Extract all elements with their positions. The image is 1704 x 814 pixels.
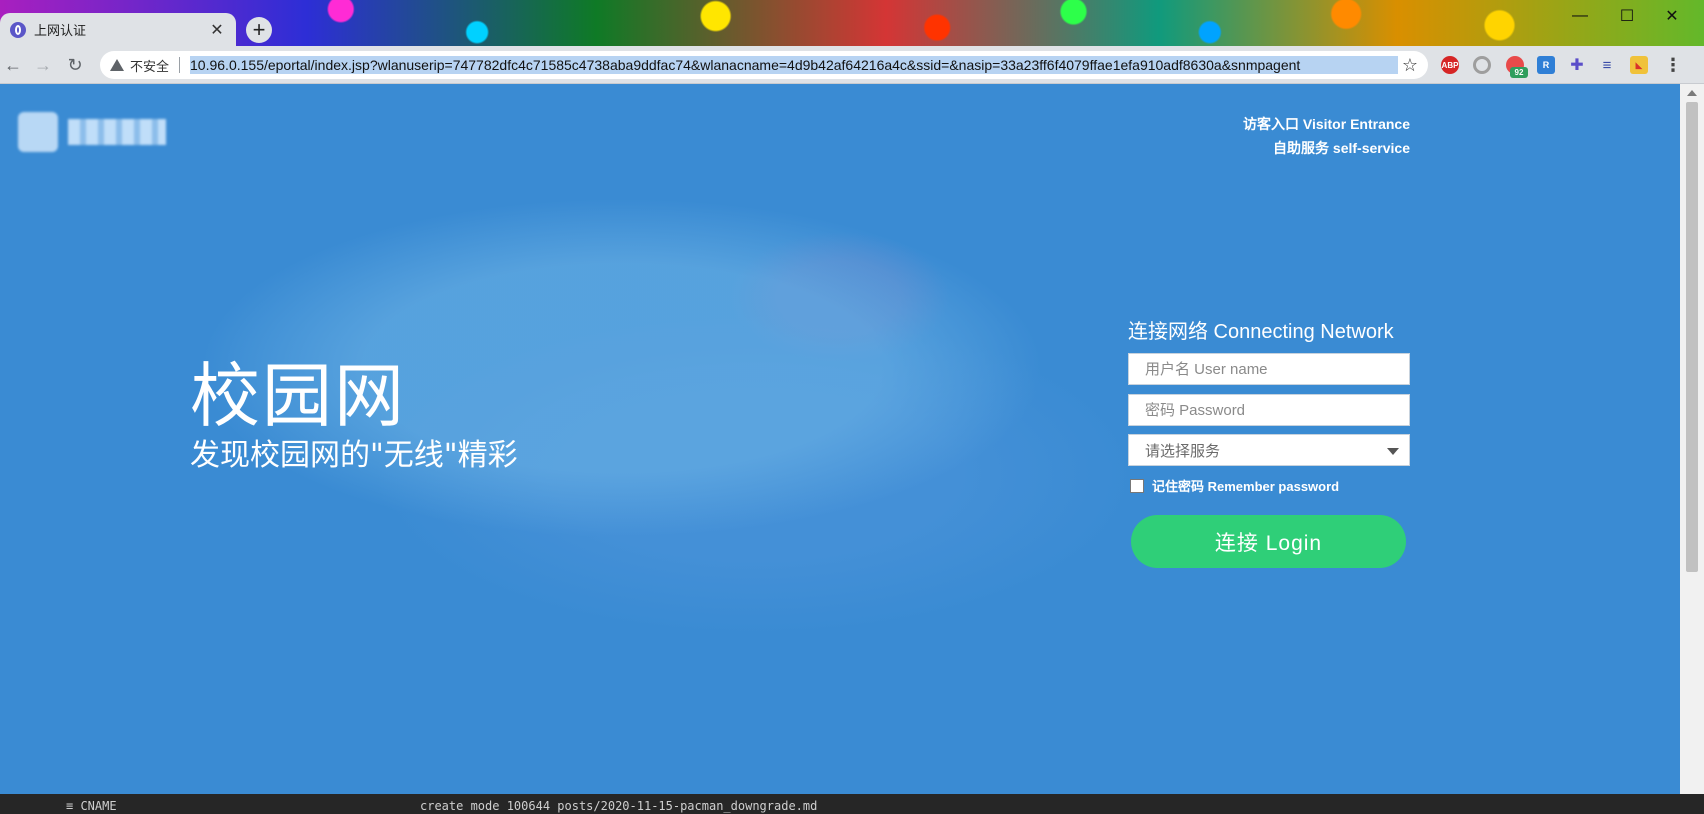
service-select[interactable]: 请选择服务	[1128, 434, 1410, 466]
password-input[interactable]	[1128, 394, 1410, 426]
playlist-icon[interactable]: ≡	[1598, 56, 1616, 74]
tab-title: 上网认证	[34, 23, 87, 38]
warning-icon	[110, 59, 124, 71]
circle-extension-icon[interactable]	[1473, 56, 1491, 74]
page-scrollbar[interactable]	[1680, 84, 1704, 794]
login-button[interactable]: 连接 Login	[1131, 515, 1406, 568]
visitor-entrance-link[interactable]: 访客入口 Visitor Entrance	[1243, 112, 1410, 136]
puzzle-extension-icon[interactable]: ✚	[1568, 56, 1586, 74]
slogan: 校园网 发现校园网的"无线"精彩	[190, 354, 518, 474]
new-tab-button[interactable]: +	[246, 17, 272, 43]
remember-password-label[interactable]: 记住密码 Remember password	[1152, 476, 1339, 495]
service-select-label: 请选择服务	[1145, 442, 1221, 460]
back-arrow-icon[interactable]: ←	[2, 54, 24, 76]
background-left-text: ≡ CNAME	[66, 799, 117, 813]
browser-tab[interactable]: 上网认证 ✕	[0, 13, 236, 46]
remember-password-checkbox[interactable]	[1130, 478, 1144, 493]
menu-kebab-icon[interactable]: ⋮	[1664, 55, 1682, 75]
close-window-icon[interactable]: ✕	[1652, 6, 1692, 26]
security-label[interactable]: 不安全	[130, 56, 169, 75]
scroll-up-arrow-icon[interactable]	[1687, 90, 1697, 96]
background-terminal-strip: ≡ CNAME create mode 100644 posts/2020-11…	[0, 794, 1704, 814]
extension-badge: 92	[1510, 67, 1528, 78]
bookmark-star-icon[interactable]: ☆	[1402, 55, 1418, 76]
login-title: 连接网络 Connecting Network	[1128, 321, 1394, 343]
reload-icon[interactable]: ↻	[64, 54, 86, 76]
slogan-subtitle: 发现校园网的"无线"精彩	[190, 438, 518, 473]
reader-extension-icon[interactable]: R	[1537, 56, 1555, 74]
minimize-icon[interactable]: —	[1560, 6, 1600, 26]
forward-arrow-icon[interactable]: →	[32, 54, 54, 76]
remember-password-row: 记住密码 Remember password	[1128, 476, 1414, 495]
adblock-extension-icon[interactable]: ABP	[1441, 56, 1459, 74]
globe-favicon-icon	[10, 21, 26, 38]
school-logo	[18, 112, 166, 152]
chevron-down-icon	[1387, 448, 1399, 455]
logo-wordmark	[68, 119, 166, 145]
page-viewport: 访客入口 Visitor Entrance 自助服务 self-service …	[0, 84, 1680, 794]
slogan-title: 校园网	[190, 355, 406, 437]
browser-toolbar: ← → ↻ 不安全 10.96.0.155/eportal/index.jsp?…	[0, 46, 1704, 84]
top-links: 访客入口 Visitor Entrance 自助服务 self-service	[1243, 112, 1410, 160]
maximize-icon[interactable]: ☐	[1607, 6, 1647, 26]
tab-close-icon[interactable]: ✕	[208, 21, 226, 39]
login-panel: 连接网络 Connecting Network 请选择服务 记住密码 Remem…	[1128, 320, 1414, 568]
url-text[interactable]: 10.96.0.155/eportal/index.jsp?wlanuserip…	[190, 56, 1398, 74]
browser-titlebar: 上网认证 ✕ + — ☐ ✕	[0, 0, 1704, 46]
address-separator	[179, 57, 181, 73]
logo-mark	[18, 112, 58, 152]
self-service-link[interactable]: 自助服务 self-service	[1243, 136, 1410, 160]
flag-extension-icon[interactable]: ◣	[1630, 56, 1648, 74]
username-input[interactable]	[1128, 353, 1410, 385]
scroll-thumb[interactable]	[1686, 102, 1698, 572]
background-right-text: create mode 100644 posts/2020-11-15-pacm…	[420, 799, 818, 813]
address-bar[interactable]: 不安全 10.96.0.155/eportal/index.jsp?wlanus…	[100, 51, 1428, 79]
